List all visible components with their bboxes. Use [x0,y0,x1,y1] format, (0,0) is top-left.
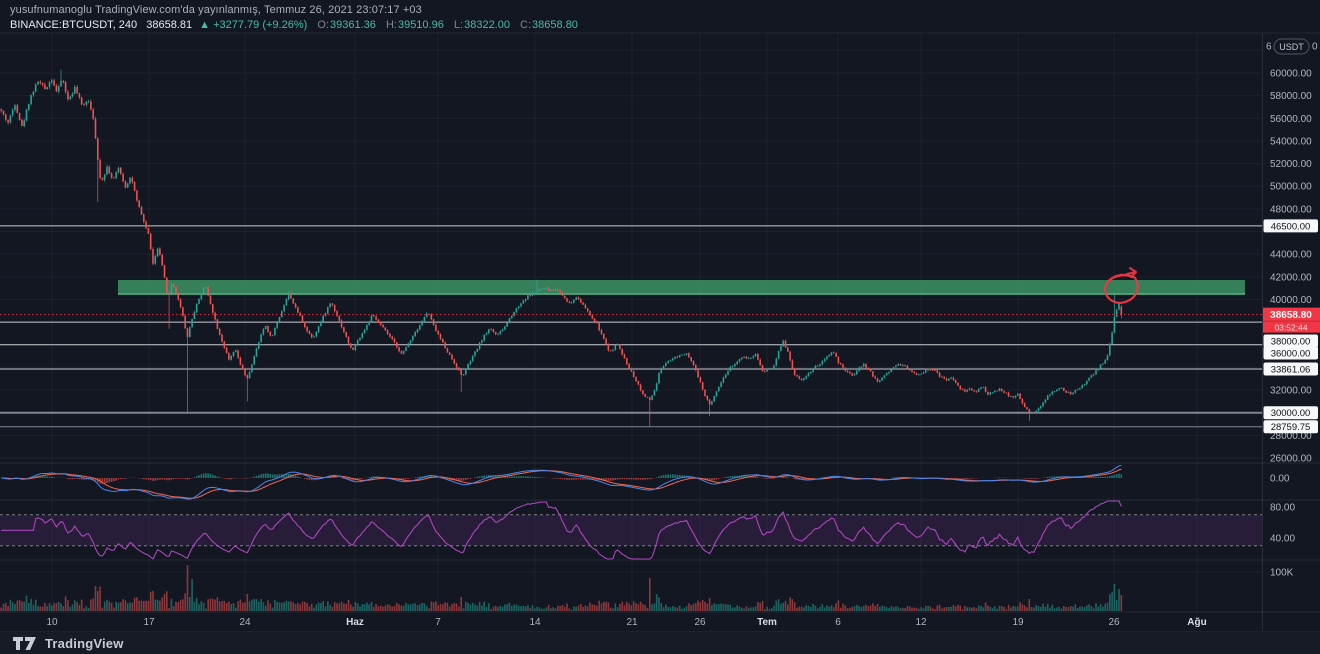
low-value: 38322.00 [464,19,510,31]
up-candle-wicks [10,70,1119,414]
price-level-label: 46500.00 [1271,221,1311,232]
price-level-label: 33861.06 [1271,364,1311,375]
up-candle-bodies [10,81,1120,414]
symbol-name[interactable]: BINANCE:BTCUSDT, 240 [10,19,137,31]
time-axis-label: Tem [757,617,777,628]
price-axis-label: 58000.00 [1270,91,1312,102]
high-label: H: [386,19,397,31]
time-axis-label: 12 [915,617,927,628]
price-change: ▲ +3277.79 (+9.26%) [199,19,307,31]
macd-zero-label: 0.00 [1270,474,1290,485]
price-level-label: 38000.00 [1271,337,1311,348]
time-axis-label: 21 [626,617,638,628]
current-price-label: 38658.80 [1270,310,1312,321]
price-axis-label: 42000.00 [1270,272,1312,283]
footer-bar: TradingView [0,631,1320,654]
time-axis-label: Haz [346,617,364,628]
supply-zone-rect[interactable] [118,280,1245,294]
open-label: O: [317,19,329,31]
price-axis-label: 60000.00 [1270,69,1312,80]
price-axis-label: 26000.00 [1270,454,1312,465]
macd-line [1,466,1121,500]
top-axis-partial: 6 [1266,42,1272,53]
price-axis-label: 40000.00 [1270,295,1312,306]
time-axis[interactable]: 10 17 24 Haz 7 14 21 26 Tem 6 12 19 26 Ağu [46,617,1206,628]
time-axis-label: 24 [239,617,251,628]
time-axis-label: 6 [835,617,841,628]
volume-scale-label: 100K [1270,568,1294,579]
chart-header: yusufnumanoglu TradingView.com'da yayınl… [10,3,578,33]
price-axis-label: 50000.00 [1270,182,1312,193]
close-value: 38658.80 [532,19,578,31]
price-axis-label: 54000.00 [1270,136,1312,147]
macd-histogram-up [0,473,1122,478]
tradingview-published-chart: yusufnumanoglu TradingView.com'da yayınl… [0,0,1320,654]
down-candle-wicks [1,79,1121,428]
open-value: 39361.36 [330,19,376,31]
published-info: yusufnumanoglu TradingView.com'da yayınl… [10,3,578,18]
brand-text: TradingView [45,636,124,651]
time-axis-label: 17 [143,617,155,628]
time-axis-label: 7 [435,617,441,628]
time-axis-label: 26 [694,617,706,628]
top-axis-partial: 0 [1312,42,1318,53]
price-axis-label: 48000.00 [1270,204,1312,215]
price-axis-label: 56000.00 [1270,114,1312,125]
price-level-lines[interactable] [0,226,1262,427]
price-level-label: 36000.00 [1271,349,1311,360]
last-price: 38658.81 [146,19,192,31]
time-axis-label: 14 [529,617,541,628]
price-axis[interactable]: 60000.00 58000.00 56000.00 54000.00 52000.00… [1263,39,1320,579]
time-axis-label: 10 [46,617,58,628]
symbol-legend[interactable]: BINANCE:BTCUSDT, 240 38658.81 ▲ +3277.79… [10,18,578,33]
high-value: 39510.96 [398,19,444,31]
published-text: yusufnumanoglu TradingView.com'da yayınl… [10,4,422,16]
price-level-label: 30000.00 [1271,408,1311,419]
main-chart-pane[interactable] [0,70,1262,428]
time-axis-label: Ağu [1187,617,1206,628]
price-level-label: 28759.75 [1271,422,1311,433]
supply-zone[interactable] [118,280,1245,294]
usdt-pill-label: USDT [1279,42,1304,52]
down-candle-bodies [0,81,1122,414]
tradingview-logo[interactable]: TradingView [13,636,124,651]
tradingview-logo-icon [13,636,38,651]
price-axis-label: 32000.00 [1270,386,1312,397]
close-label: C: [520,19,531,31]
countdown-label: 03:52:44 [1274,323,1307,333]
rsi-upper-label: 80.00 [1270,503,1295,514]
rsi-band-fill [0,515,1262,546]
rsi-lower-label: 40.00 [1270,534,1295,545]
macd-histogram-down [3,478,1042,484]
macd-signal-line [1,469,1121,498]
price-axis-label: 52000.00 [1270,159,1312,170]
time-axis-label: 19 [1012,617,1024,628]
chart-canvas[interactable]: 60000.00 58000.00 56000.00 54000.00 52000.00… [0,0,1320,654]
indicator-panes[interactable] [0,466,1262,612]
price-axis-label: 44000.00 [1270,250,1312,261]
low-label: L: [454,19,463,31]
time-axis-label: 26 [1108,617,1120,628]
